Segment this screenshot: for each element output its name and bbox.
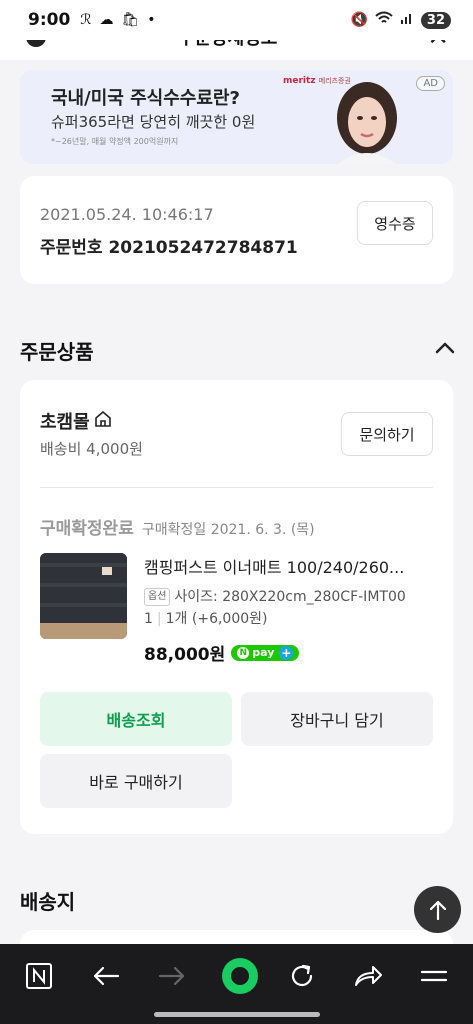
divider [40,487,433,488]
inquire-button[interactable]: 문의하기 [341,412,433,456]
home-indicator[interactable] [154,1012,320,1017]
menu-icon[interactable] [414,956,454,996]
product-option: 옵션 사이즈: 280X220cm_280CF-IMT00 1 | 1개 (+6,00… [144,588,406,627]
ad-note: *~26년말, 매월 약정액 200억원까지 [51,137,179,146]
ad-banner[interactable]: 국내/미국 주식수수료란? 슈퍼365라면 당연히 깨끗한 0원 *~26년말,… [20,70,453,164]
address-section-title: 배송지 [20,890,76,914]
order-info-card: 2021.05.24. 10:46:17 주문번호 20210524727848… [20,176,453,284]
plus-icon: + [279,645,294,660]
order-number: 주문번호 2021052472784871 [40,238,298,258]
track-delivery-button[interactable]: 배송조회 [40,692,232,746]
forward-arrow-icon[interactable] [152,956,192,996]
browser-bottom-nav [0,944,473,1024]
mute-icon: 🔇 [350,12,368,28]
npay-plus-badge: N pay + [231,644,300,661]
product-thumbnail[interactable] [40,553,127,639]
shipping-fee: 배송비 4,000원 [40,440,143,458]
option-tag: 옵션 [144,588,171,606]
naver-home-icon[interactable] [19,956,59,996]
ad-model-image [324,78,410,164]
product-price: 88,000원 [144,645,226,665]
refresh-icon[interactable] [282,956,322,996]
status-time: 9:00 [28,10,71,30]
add-to-cart-button[interactable]: 장바구니 담기 [241,692,433,746]
chevron-up-icon[interactable] [434,340,456,359]
seller-name[interactable]: 초캠몰 [40,408,112,434]
bag-icon: 🛍 [121,12,140,28]
back-arrow-icon[interactable] [86,956,126,996]
green-dot-home-icon[interactable] [216,952,264,1000]
receipt-button[interactable]: 영수증 [357,201,433,245]
battery-indicator: 32 [420,11,451,29]
confirm-date: 구매확정일 2021. 6. 3. (목) [141,522,315,538]
ad-subtitle: 슈퍼365라면 당연히 깨끗한 0원 [51,113,256,131]
cloud-icon: ☁ [99,12,114,28]
products-section-title: 주문상품 [20,340,94,364]
scroll-to-top-button[interactable] [414,886,461,933]
npay-n-icon: N [237,646,250,659]
app-notification-icon: ℛ [80,12,92,28]
purchase-status: 구매확정완료 [40,519,134,539]
status-bar: 9:00 ℛ ☁ 🛍 • 🔇 32 [0,0,473,40]
product-name[interactable]: 캠핑퍼스트 이너매트 100/240/260... [144,554,434,578]
store-home-icon [94,410,112,433]
ad-title: 국내/미국 주식수수료란? [51,88,240,109]
buy-now-button[interactable]: 바로 구매하기 [40,754,232,808]
dot-icon: • [147,12,156,28]
ad-badge: AD [416,76,445,91]
product-card: 초캠몰 배송비 4,000원 문의하기 구매확정완료 구매확정일 2021. 6… [20,380,453,834]
share-icon[interactable] [348,956,388,996]
order-date: 2021.05.24. 10:46:17 [40,205,214,224]
wifi-icon [375,11,393,29]
signal-icon [400,11,414,29]
quantity: 1개 (+6,000원) [165,611,268,627]
